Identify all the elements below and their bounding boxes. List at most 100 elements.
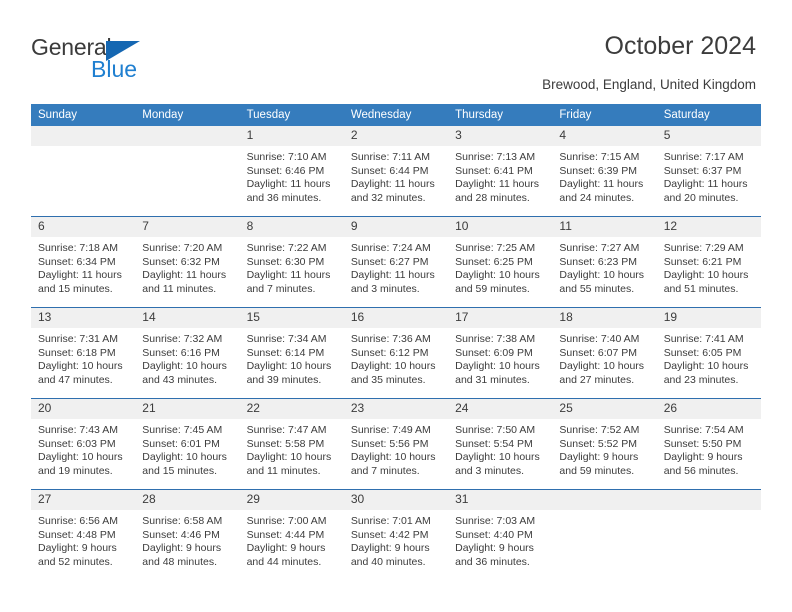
calendar-body: 1 Sunrise: 7:10 AM Sunset: 6:46 PM Daylight… (31, 126, 761, 580)
sunrise-time: Sunrise: 7:01 AM (350, 515, 431, 527)
daylight-duration-line2: and 15 minutes. (142, 464, 217, 477)
calendar-day-cell[interactable]: 4 Sunrise: 7:15 AM Sunset: 6:39 PM Daylight… (552, 126, 657, 217)
day-number: 18 (552, 308, 657, 328)
calendar-day-cell[interactable]: 28 Sunrise: 6:58 AM Sunset: 4:46 PM Dayligh… (135, 489, 240, 580)
calendar-day-cell[interactable]: 16 Sunrise: 7:36 AM Sunset: 6:12 PM Dayligh… (343, 307, 449, 399)
calendar-day-cell[interactable]: 18 Sunrise: 7:40 AM Sunset: 6:07 PM Dayligh… (552, 307, 657, 399)
daylight-duration-line2: and 32 minutes. (350, 191, 426, 204)
calendar-day-cell[interactable]: 25 Sunrise: 7:52 AM Sunset: 5:52 PM Dayligh… (552, 398, 657, 490)
day-number: 10 (448, 217, 553, 237)
sunrise-sunset-calendar: Sunday Monday Tuesday Wednesday Thursday… (31, 104, 761, 580)
sunset-time: Sunset: 6:46 PM (246, 164, 325, 177)
sunrise-time: Sunrise: 7:18 AM (38, 242, 118, 254)
calendar-day-cell[interactable]: 29 Sunrise: 7:00 AM Sunset: 4:44 PM Dayligh… (239, 489, 344, 580)
calendar-week-row: 20 Sunrise: 7:43 AM Sunset: 6:03 PM Dayligh… (31, 398, 761, 490)
day-number: 17 (448, 308, 553, 328)
calendar-day-cell[interactable]: 2 Sunrise: 7:11 AM Sunset: 6:44 PM Daylight… (343, 126, 449, 217)
sunrise-time: Sunrise: 7:22 AM (246, 242, 327, 254)
calendar-day-cell[interactable]: 23 Sunrise: 7:49 AM Sunset: 5:56 PM Dayligh… (343, 398, 449, 490)
calendar-day-cell[interactable]: 24 Sunrise: 7:50 AM Sunset: 5:54 PM Dayligh… (448, 398, 553, 490)
daylight-duration-line1: Daylight: 10 hours (455, 269, 540, 282)
day-number: 7 (135, 217, 240, 237)
day-sun-info: Sunrise: 7:27 AM Sunset: 6:23 PM Daylight:… (552, 237, 656, 296)
daylight-duration-line1: Daylight: 9 hours (559, 451, 639, 464)
daylight-duration-line1: Daylight: 11 hours (350, 269, 435, 282)
calendar-day-cell[interactable]: 10 Sunrise: 7:25 AM Sunset: 6:25 PM Dayligh… (448, 216, 553, 308)
weekday-header-monday: Monday (135, 104, 240, 126)
sunset-time: Sunset: 5:56 PM (350, 437, 429, 450)
sunrise-time: Sunrise: 7:36 AM (350, 333, 431, 345)
sunrise-time: Sunrise: 6:56 AM (38, 515, 118, 527)
daylight-duration-line2: and 40 minutes. (350, 555, 426, 568)
daylight-duration-line1: Daylight: 11 hours (38, 269, 122, 282)
daylight-duration-line1: Daylight: 10 hours (663, 269, 749, 282)
calendar-day-cell[interactable]: 19 Sunrise: 7:41 AM Sunset: 6:05 PM Dayligh… (656, 307, 761, 399)
page-location: Brewood, England, United Kingdom (542, 77, 756, 92)
daylight-duration-line1: Daylight: 10 hours (246, 451, 332, 464)
sunrise-time: Sunrise: 7:20 AM (142, 242, 223, 254)
daylight-duration-line1: Daylight: 10 hours (38, 360, 123, 373)
daylight-duration-line1: Daylight: 11 hours (455, 178, 539, 191)
daylight-duration-line2: and 59 minutes. (559, 464, 635, 477)
calendar-day-cell[interactable]: 11 Sunrise: 7:27 AM Sunset: 6:23 PM Dayligh… (552, 216, 657, 308)
sunset-time: Sunset: 4:48 PM (38, 528, 116, 541)
day-number: 2 (343, 126, 449, 146)
calendar-day-cell[interactable]: 27 Sunrise: 6:56 AM Sunset: 4:48 PM Dayligh… (31, 489, 136, 580)
calendar-day-cell[interactable]: 6 Sunrise: 7:18 AM Sunset: 6:34 PM Daylight… (31, 216, 136, 308)
daylight-duration-line1: Daylight: 10 hours (350, 451, 436, 464)
calendar-day-cell-empty (656, 489, 761, 580)
sunrise-time: Sunrise: 7:00 AM (246, 515, 327, 527)
day-number: 24 (448, 399, 553, 419)
calendar-day-cell[interactable]: 31 Sunrise: 7:03 AM Sunset: 4:40 PM Dayligh… (448, 489, 553, 580)
day-sun-info: Sunrise: 7:10 AM Sunset: 6:46 PM Daylight:… (240, 146, 344, 205)
day-sun-info: Sunrise: 7:00 AM Sunset: 4:44 PM Daylight:… (240, 510, 344, 569)
calendar-day-cell[interactable]: 21 Sunrise: 7:45 AM Sunset: 6:01 PM Dayligh… (135, 398, 240, 490)
calendar-day-cell[interactable]: 3 Sunrise: 7:13 AM Sunset: 6:41 PM Daylight… (448, 126, 553, 217)
calendar-day-cell[interactable]: 20 Sunrise: 7:43 AM Sunset: 6:03 PM Dayligh… (31, 398, 136, 490)
sunrise-time: Sunrise: 7:40 AM (559, 333, 640, 345)
day-number: 6 (31, 217, 136, 237)
calendar-day-cell[interactable]: 30 Sunrise: 7:01 AM Sunset: 4:42 PM Dayligh… (343, 489, 449, 580)
calendar-day-cell[interactable]: 12 Sunrise: 7:29 AM Sunset: 6:21 PM Dayligh… (656, 216, 761, 308)
sunset-time: Sunset: 4:44 PM (246, 528, 325, 541)
sunrise-time: Sunrise: 7:50 AM (455, 424, 536, 436)
page-header: General Blue October 2024 Brewood, Engla… (0, 0, 792, 98)
calendar-day-cell[interactable]: 7 Sunrise: 7:20 AM Sunset: 6:32 PM Daylight… (135, 216, 240, 308)
calendar-week-row: 13 Sunrise: 7:31 AM Sunset: 6:18 PM Dayligh… (31, 307, 761, 399)
calendar-day-cell[interactable]: 15 Sunrise: 7:34 AM Sunset: 6:14 PM Dayligh… (239, 307, 344, 399)
daylight-duration-line2: and 11 minutes. (246, 464, 321, 477)
sunset-time: Sunset: 6:05 PM (663, 346, 742, 359)
calendar-day-cell[interactable]: 13 Sunrise: 7:31 AM Sunset: 6:18 PM Dayligh… (31, 307, 136, 399)
daylight-duration-line1: Daylight: 9 hours (663, 451, 743, 464)
day-sun-info: Sunrise: 7:15 AM Sunset: 6:39 PM Daylight:… (552, 146, 656, 205)
calendar-day-cell[interactable]: 26 Sunrise: 7:54 AM Sunset: 5:50 PM Dayligh… (656, 398, 761, 490)
sunrise-time: Sunrise: 7:54 AM (663, 424, 744, 436)
daylight-duration-line2: and 23 minutes. (663, 373, 739, 386)
calendar-day-cell[interactable]: 14 Sunrise: 7:32 AM Sunset: 6:16 PM Dayligh… (135, 307, 240, 399)
sunrise-time: Sunrise: 7:49 AM (350, 424, 431, 436)
sunrise-time: Sunrise: 7:43 AM (38, 424, 118, 436)
sunset-time: Sunset: 6:25 PM (455, 255, 533, 268)
day-sun-info: Sunrise: 7:32 AM Sunset: 6:16 PM Daylight:… (135, 328, 239, 387)
sunset-time: Sunset: 6:32 PM (142, 255, 220, 268)
daylight-duration-line1: Daylight: 11 hours (350, 178, 435, 191)
sunset-time: Sunset: 6:18 PM (38, 346, 116, 359)
sunrise-time: Sunrise: 7:32 AM (142, 333, 223, 345)
calendar-day-cell[interactable]: 8 Sunrise: 7:22 AM Sunset: 6:30 PM Daylight… (239, 216, 344, 308)
calendar-day-cell[interactable]: 22 Sunrise: 7:47 AM Sunset: 5:58 PM Dayligh… (239, 398, 344, 490)
calendar-day-cell[interactable]: 1 Sunrise: 7:10 AM Sunset: 6:46 PM Daylight… (239, 126, 344, 217)
sunrise-time: Sunrise: 7:41 AM (663, 333, 744, 345)
day-number (552, 490, 657, 510)
calendar-day-cell[interactable]: 5 Sunrise: 7:17 AM Sunset: 6:37 PM Daylight… (656, 126, 761, 217)
calendar-day-cell[interactable]: 17 Sunrise: 7:38 AM Sunset: 6:09 PM Dayligh… (448, 307, 553, 399)
day-sun-info: Sunrise: 7:45 AM Sunset: 6:01 PM Daylight:… (135, 419, 239, 478)
day-sun-info: Sunrise: 7:47 AM Sunset: 5:58 PM Daylight:… (240, 419, 344, 478)
daylight-duration-line2: and 36 minutes. (455, 555, 530, 568)
calendar-day-cell[interactable]: 9 Sunrise: 7:24 AM Sunset: 6:27 PM Daylight… (343, 216, 449, 308)
day-number: 3 (448, 126, 553, 146)
day-sun-info: Sunrise: 7:25 AM Sunset: 6:25 PM Daylight:… (448, 237, 552, 296)
daylight-duration-line2: and 11 minutes. (142, 282, 217, 295)
sunset-time: Sunset: 6:39 PM (559, 164, 638, 177)
sunrise-time: Sunrise: 7:45 AM (142, 424, 223, 436)
daylight-duration-line1: Daylight: 10 hours (38, 451, 123, 464)
